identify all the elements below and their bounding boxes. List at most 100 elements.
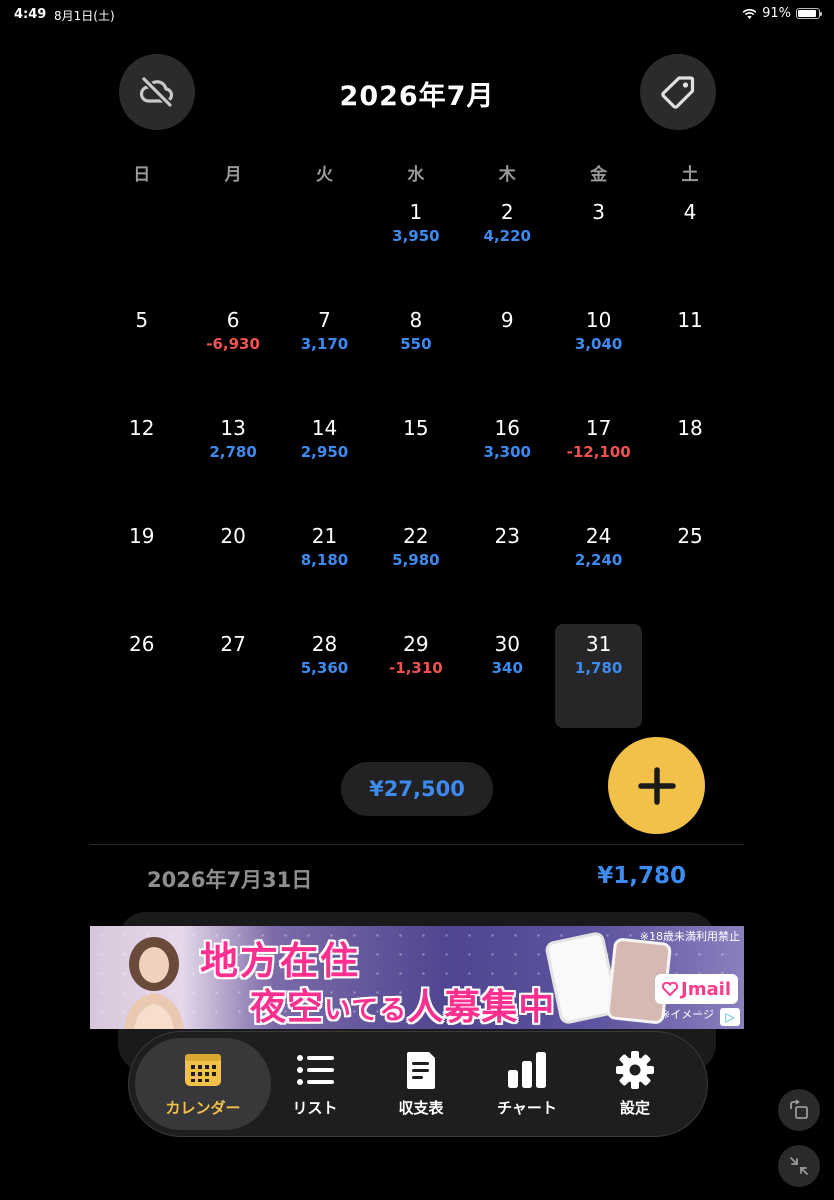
calendar-day-1[interactable]: 1 3,950 [370, 192, 461, 300]
calendar-day-17[interactable]: 17 -12,100 [553, 408, 644, 516]
calendar-day-7[interactable]: 7 3,170 [279, 300, 370, 408]
calendar-day-29[interactable]: 29 -1,310 [370, 624, 461, 732]
day-amount: 2,950 [300, 443, 349, 461]
weekday-label: 火 [315, 165, 333, 185]
add-entry-button[interactable] [608, 737, 705, 834]
heart-icon [662, 982, 679, 996]
tab-calendar-label: カレンダー [165, 1099, 241, 1117]
day-amount: 550 [400, 335, 432, 353]
day-amount [96, 334, 187, 354]
ad-headline-2c: 人募集中 [407, 987, 556, 1028]
day-number: 24 [585, 524, 612, 548]
calendar-day-24[interactable]: 24 2,240 [553, 516, 644, 624]
day-number: 12 [128, 416, 155, 440]
ad-headline-2: 夜空いてる人募集中 [250, 978, 555, 1029]
day-number: 6 [226, 308, 240, 332]
day-number: 8 [409, 308, 423, 332]
day-amount [370, 442, 461, 462]
calendar-day-26[interactable]: 26 [96, 624, 187, 732]
tab-calendar[interactable]: カレンダー [135, 1038, 271, 1130]
ad-banner[interactable]: 地方在住 夜空いてる人募集中 ※18歳未満利用禁止 Jmail ※イメージ ▷ [90, 926, 744, 1029]
day-amount: 1,780 [574, 659, 623, 677]
day-amount: 340 [491, 659, 523, 677]
calendar-day-18[interactable]: 18 [644, 408, 735, 516]
shrink-button[interactable] [778, 1145, 820, 1187]
calendar-day-19[interactable]: 19 [96, 516, 187, 624]
day-number: 19 [128, 524, 155, 548]
day-amount [644, 334, 735, 354]
tab-income-statement[interactable]: 収支表 [373, 1032, 469, 1136]
calendar-day-27[interactable]: 27 [187, 624, 278, 732]
day-number: 29 [403, 632, 429, 656]
weekday-label: 土 [681, 165, 699, 185]
day-amount [462, 550, 553, 570]
calendar-day-30[interactable]: 30 340 [462, 624, 553, 732]
day-number: 14 [311, 416, 338, 440]
calendar-day-13[interactable]: 13 2,780 [187, 408, 278, 516]
calendar-day-21[interactable]: 21 8,180 [279, 516, 370, 624]
calendar-grid: 1 3,950 2 4,220 3 4 5 6 -6,930 7 3,170 8 550 9 10 3,040… [96, 192, 736, 732]
list-icon [297, 1055, 334, 1085]
day-amount: 2,240 [574, 551, 623, 569]
calendar-day-25[interactable]: 25 [644, 516, 735, 624]
rotate-button[interactable] [778, 1089, 820, 1131]
divider [90, 844, 744, 845]
day-number: 31 [585, 632, 612, 656]
calendar-blank-cell [187, 192, 278, 300]
calendar-day-3[interactable]: 3 [553, 192, 644, 300]
calendar-day-5[interactable]: 5 [96, 300, 187, 408]
day-number: 15 [403, 416, 429, 440]
calendar-day-20[interactable]: 20 [187, 516, 278, 624]
calendar-day-11[interactable]: 11 [644, 300, 735, 408]
tag-icon [661, 76, 695, 109]
day-number: 18 [677, 416, 703, 440]
day-amount [187, 658, 278, 678]
tab-chart[interactable]: チャート [477, 1032, 577, 1136]
day-number: 3 [592, 200, 606, 224]
selected-date-label: 2026年7月31日 [147, 868, 313, 892]
day-number: 16 [494, 416, 520, 440]
calendar-day-23[interactable]: 23 [462, 516, 553, 624]
status-bar: 4:49 8月1日(土) 91% [0, 0, 834, 30]
month-total-pill[interactable]: ¥27,500 [341, 762, 493, 816]
calendar-day-8[interactable]: 8 550 [370, 300, 461, 408]
calendar-day-31[interactable]: 31 1,780 [554, 624, 643, 728]
selected-date-amount: ¥1,780 [597, 863, 686, 889]
weekday-label: 木 [498, 165, 516, 185]
calendar-day-28[interactable]: 28 5,360 [279, 624, 370, 732]
day-number: 17 [585, 416, 612, 440]
day-number: 9 [500, 308, 514, 332]
calendar-day-9[interactable]: 9 [462, 300, 553, 408]
day-amount [644, 550, 735, 570]
tab-settings[interactable]: 設定 [587, 1032, 683, 1136]
ad-choices-icon[interactable]: ▷ [720, 1008, 740, 1026]
tab-list[interactable]: リスト [267, 1032, 363, 1136]
calendar-day-2[interactable]: 2 4,220 [462, 192, 553, 300]
calendar-day-10[interactable]: 10 3,040 [553, 300, 644, 408]
calendar-day-15[interactable]: 15 [370, 408, 461, 516]
calendar-day-6[interactable]: 6 -6,930 [187, 300, 278, 408]
day-amount: 3,950 [392, 227, 440, 245]
calendar-day-16[interactable]: 16 3,300 [462, 408, 553, 516]
day-amount [462, 334, 553, 354]
tag-button[interactable] [640, 54, 716, 130]
day-amount: 5,360 [300, 659, 349, 677]
calendar-day-4[interactable]: 4 [644, 192, 735, 300]
calendar-day-12[interactable]: 12 [96, 408, 187, 516]
day-number: 22 [403, 524, 429, 548]
day-number: 30 [494, 632, 520, 656]
day-amount: 3,170 [300, 335, 349, 353]
day-amount: -1,310 [389, 659, 443, 677]
calendar-day-22[interactable]: 22 5,980 [370, 516, 461, 624]
day-amount: -12,100 [566, 443, 631, 461]
rotate-icon [790, 1099, 808, 1119]
day-number: 1 [409, 200, 423, 224]
day-amount [96, 658, 187, 678]
day-number: 25 [677, 524, 703, 548]
day-amount: 3,300 [483, 443, 531, 461]
day-number: 28 [311, 632, 338, 656]
ad-brand-logo: Jmail [655, 974, 738, 1004]
day-amount [96, 442, 187, 462]
calendar-day-14[interactable]: 14 2,950 [279, 408, 370, 516]
ad-person-image [124, 937, 184, 1029]
